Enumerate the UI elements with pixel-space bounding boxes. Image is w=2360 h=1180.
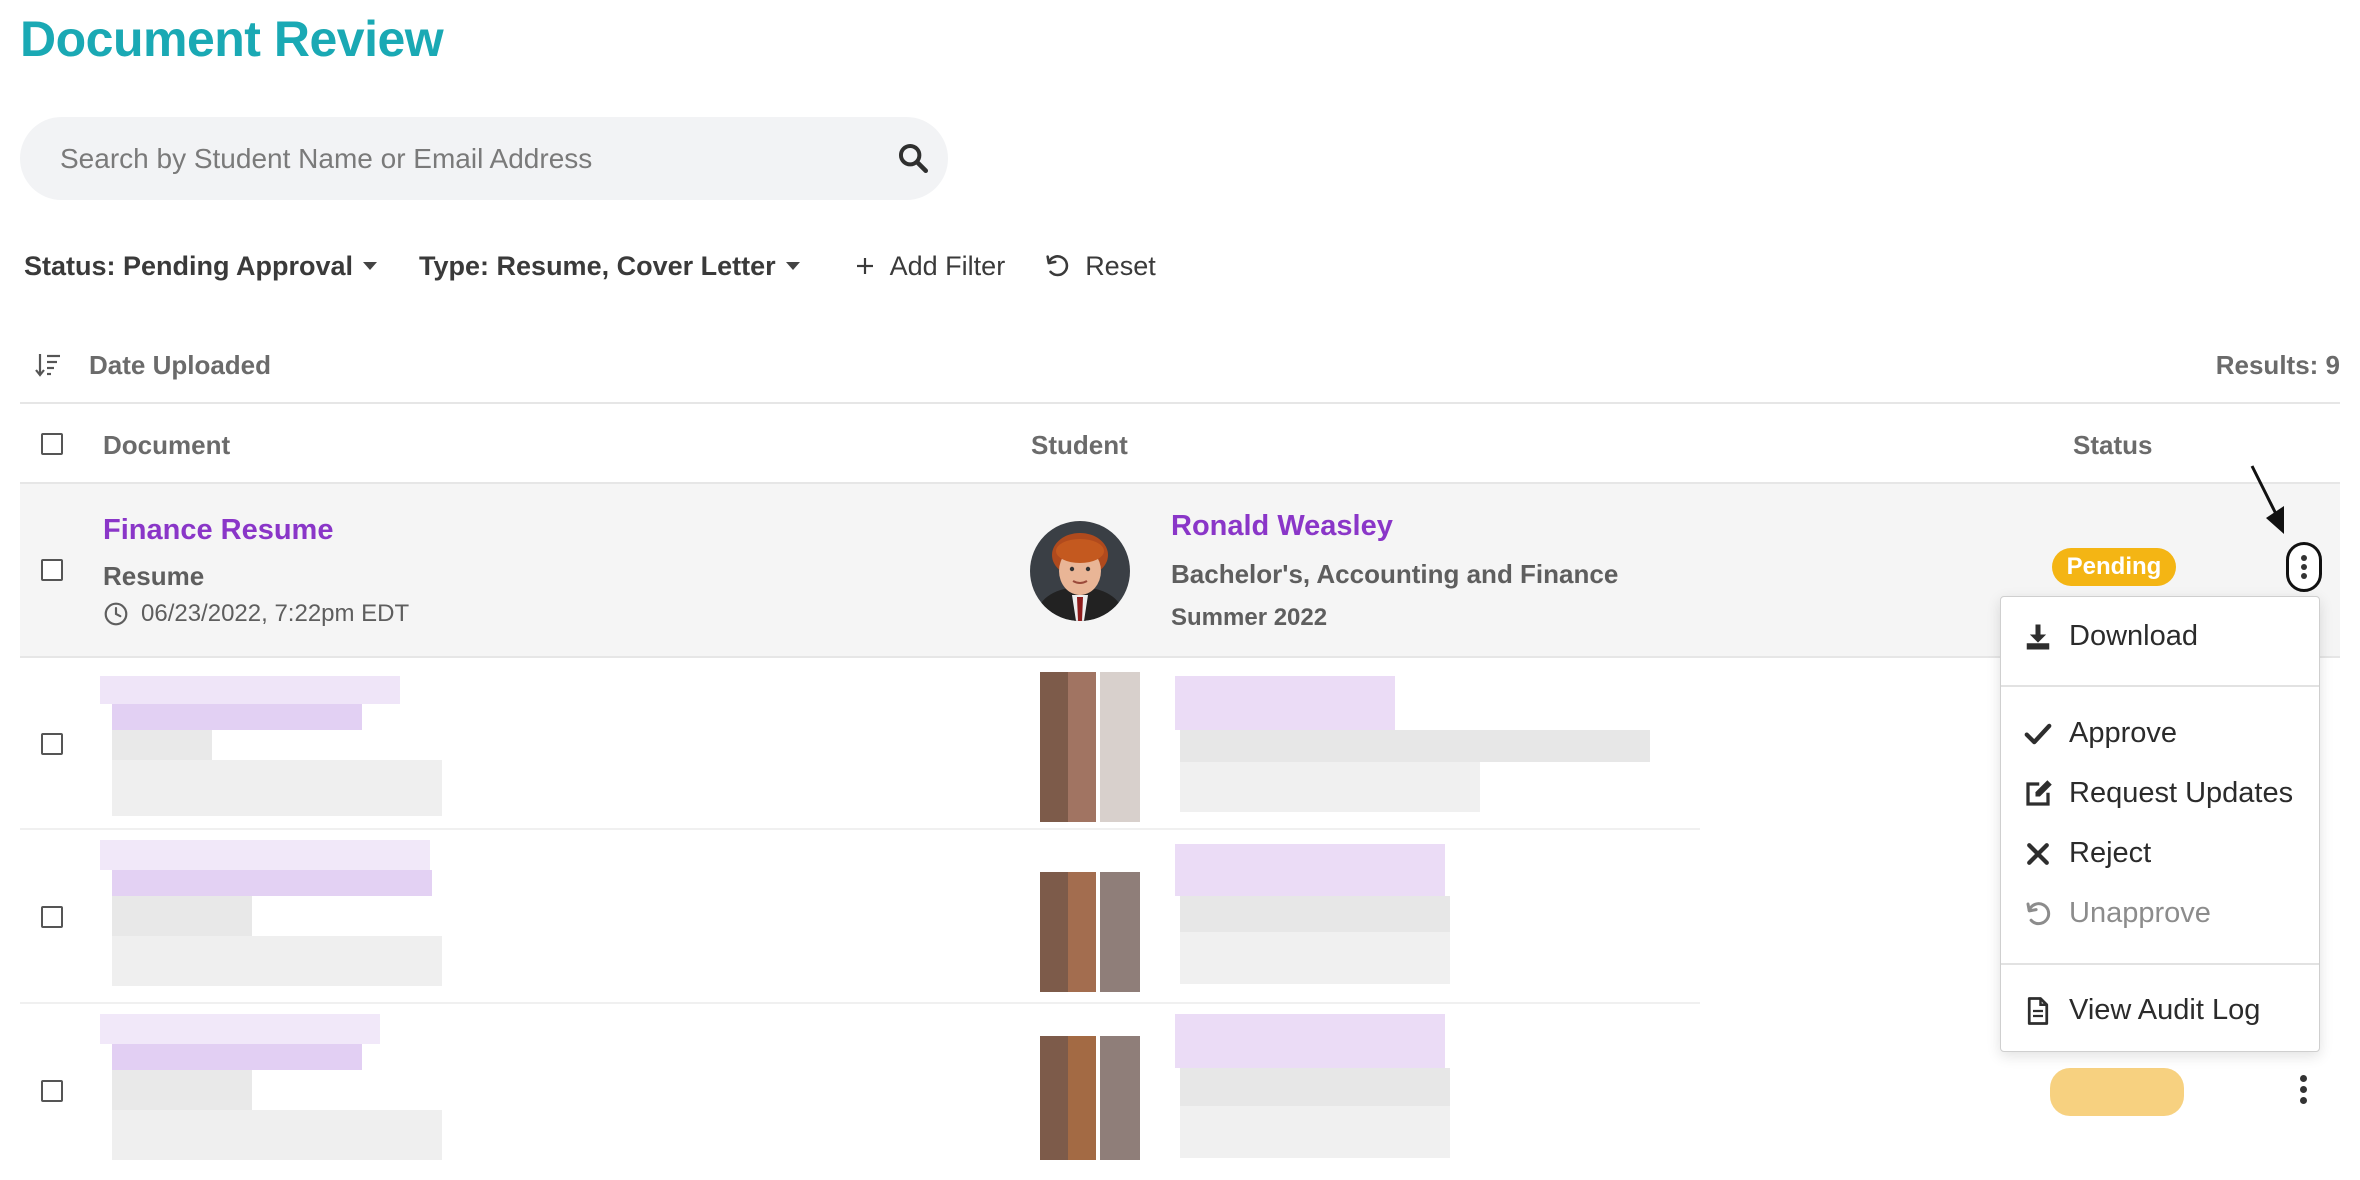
download-icon: [2026, 624, 2050, 650]
upload-date: 06/23/2022, 7:22pm EDT: [103, 600, 409, 628]
column-status: Status: [2073, 430, 2153, 460]
menu-item-download[interactable]: Download: [2001, 609, 2319, 663]
student-name-link[interactable]: Ronald Weasley: [1171, 510, 1393, 543]
redacted-block: [1175, 1014, 1445, 1068]
document-icon: [2027, 997, 2049, 1025]
menu-item-view-audit-log[interactable]: View Audit Log: [2001, 983, 2319, 1037]
redacted-block: [1100, 872, 1140, 992]
reset-icon: [1046, 255, 1069, 277]
table-row: [20, 1006, 1700, 1178]
type-filter-label: Type: Resume, Cover Letter: [419, 250, 776, 281]
menu-item-label: Reject: [2069, 837, 2152, 869]
redacted-block: [1068, 672, 1096, 822]
student-term: Summer 2022: [1171, 604, 1328, 631]
page-title: Document Review: [20, 11, 444, 67]
more-options-icon[interactable]: [2297, 1075, 2309, 1109]
redacted-block: [1040, 1036, 1068, 1160]
row-checkbox[interactable]: [41, 733, 63, 755]
redacted-block: [112, 730, 212, 760]
table-row: Finance Resume Resume 06/23/2022, 7:22pm…: [20, 484, 2340, 658]
plus-icon: [856, 258, 873, 274]
redacted-block: [112, 1110, 442, 1160]
menu-item-approve[interactable]: Approve: [2001, 706, 2319, 760]
status-filter-label: Status: Pending Approval: [24, 250, 354, 281]
redacted-block: [1175, 844, 1445, 896]
redacted-block: [112, 870, 432, 896]
column-document: Document: [103, 430, 231, 460]
status-badge: [2050, 1068, 2184, 1116]
status-filter-dropdown[interactable]: Status: Pending Approval: [24, 250, 378, 282]
menu-item-label: Download: [2069, 620, 2198, 652]
add-filter-button[interactable]: Add Filter: [854, 250, 1006, 282]
sort-bar: Date Uploaded Results: 9: [20, 340, 2340, 404]
status-badge: Pending: [2052, 548, 2176, 586]
search-bar[interactable]: [20, 117, 948, 200]
redacted-block: [112, 704, 362, 730]
results-count: Results: 9: [2215, 350, 2340, 380]
row-checkbox[interactable]: [41, 1080, 63, 1102]
menu-divider: [2001, 963, 2319, 965]
redacted-block: [1180, 896, 1450, 932]
student-degree: Bachelor's, Accounting and Finance: [1171, 559, 1619, 589]
redacted-block: [1040, 872, 1068, 992]
redacted-block: [1175, 676, 1395, 730]
redacted-block: [1040, 672, 1068, 822]
edit-icon: [2026, 780, 2052, 806]
clock-icon: [104, 602, 128, 626]
column-student: Student: [1031, 430, 1128, 460]
sort-label[interactable]: Date Uploaded: [89, 350, 271, 381]
redacted-block: [112, 936, 442, 986]
menu-item-label: Approve: [2069, 717, 2178, 749]
search-input[interactable]: [60, 117, 860, 200]
redacted-block: [1068, 1036, 1096, 1160]
reset-button[interactable]: Reset: [1043, 251, 1156, 282]
menu-item-reject[interactable]: Reject: [2001, 826, 2319, 880]
redacted-block: [1100, 1036, 1140, 1160]
redacted-block: [112, 896, 252, 936]
more-options-icon[interactable]: [2286, 542, 2322, 592]
table-row: [20, 658, 1700, 830]
menu-item-unapprove[interactable]: Unapprove: [2001, 886, 2319, 940]
redacted-block: [1100, 672, 1140, 822]
upload-date-text: 06/23/2022, 7:22pm EDT: [141, 600, 410, 627]
redacted-block: [112, 760, 442, 816]
caret-down-icon: [785, 262, 800, 270]
undo-icon: [2026, 902, 2051, 926]
redacted-block: [1180, 1068, 1450, 1106]
menu-item-label: Request Updates: [2069, 777, 2294, 809]
sort-icon[interactable]: [34, 350, 62, 380]
redacted-block: [1068, 872, 1096, 992]
table-header: Document Student Status: [20, 406, 2340, 484]
avatar: [1030, 521, 1130, 621]
x-icon: [2027, 843, 2049, 865]
redacted-block: [100, 840, 430, 870]
redacted-block: [1180, 1106, 1450, 1158]
menu-item-label: View Audit Log: [2069, 994, 2261, 1026]
check-icon: [2024, 723, 2052, 745]
menu-item-label: Unapprove: [2069, 897, 2211, 929]
select-all-checkbox[interactable]: [41, 433, 63, 455]
redacted-block: [100, 676, 400, 704]
filter-bar: Status: Pending Approval Type: Resume, C…: [24, 246, 1156, 286]
redacted-block: [1180, 932, 1450, 984]
document-title-link[interactable]: Finance Resume: [103, 514, 333, 547]
menu-item-request-updates[interactable]: Request Updates: [2001, 766, 2319, 820]
row-checkbox[interactable]: [41, 906, 63, 928]
type-filter-dropdown[interactable]: Type: Resume, Cover Letter: [419, 251, 800, 282]
redacted-block: [1180, 762, 1480, 812]
caret-down-icon: [363, 262, 378, 270]
pointer-arrow-icon: [2250, 465, 2284, 534]
table-row: [20, 832, 1700, 1004]
redacted-block: [112, 1044, 362, 1070]
redacted-block: [1180, 730, 1650, 762]
document-type: Resume: [103, 561, 205, 591]
row-checkbox[interactable]: [41, 559, 63, 581]
search-icon[interactable]: [896, 141, 930, 175]
reset-label: Reset: [1085, 250, 1156, 281]
menu-divider: [2001, 685, 2319, 687]
add-filter-label: Add Filter: [889, 250, 1006, 281]
row-actions-menu: Download Approve Request Updates Reject …: [2000, 596, 2320, 1052]
redacted-block: [100, 1014, 380, 1044]
redacted-block: [112, 1070, 252, 1110]
